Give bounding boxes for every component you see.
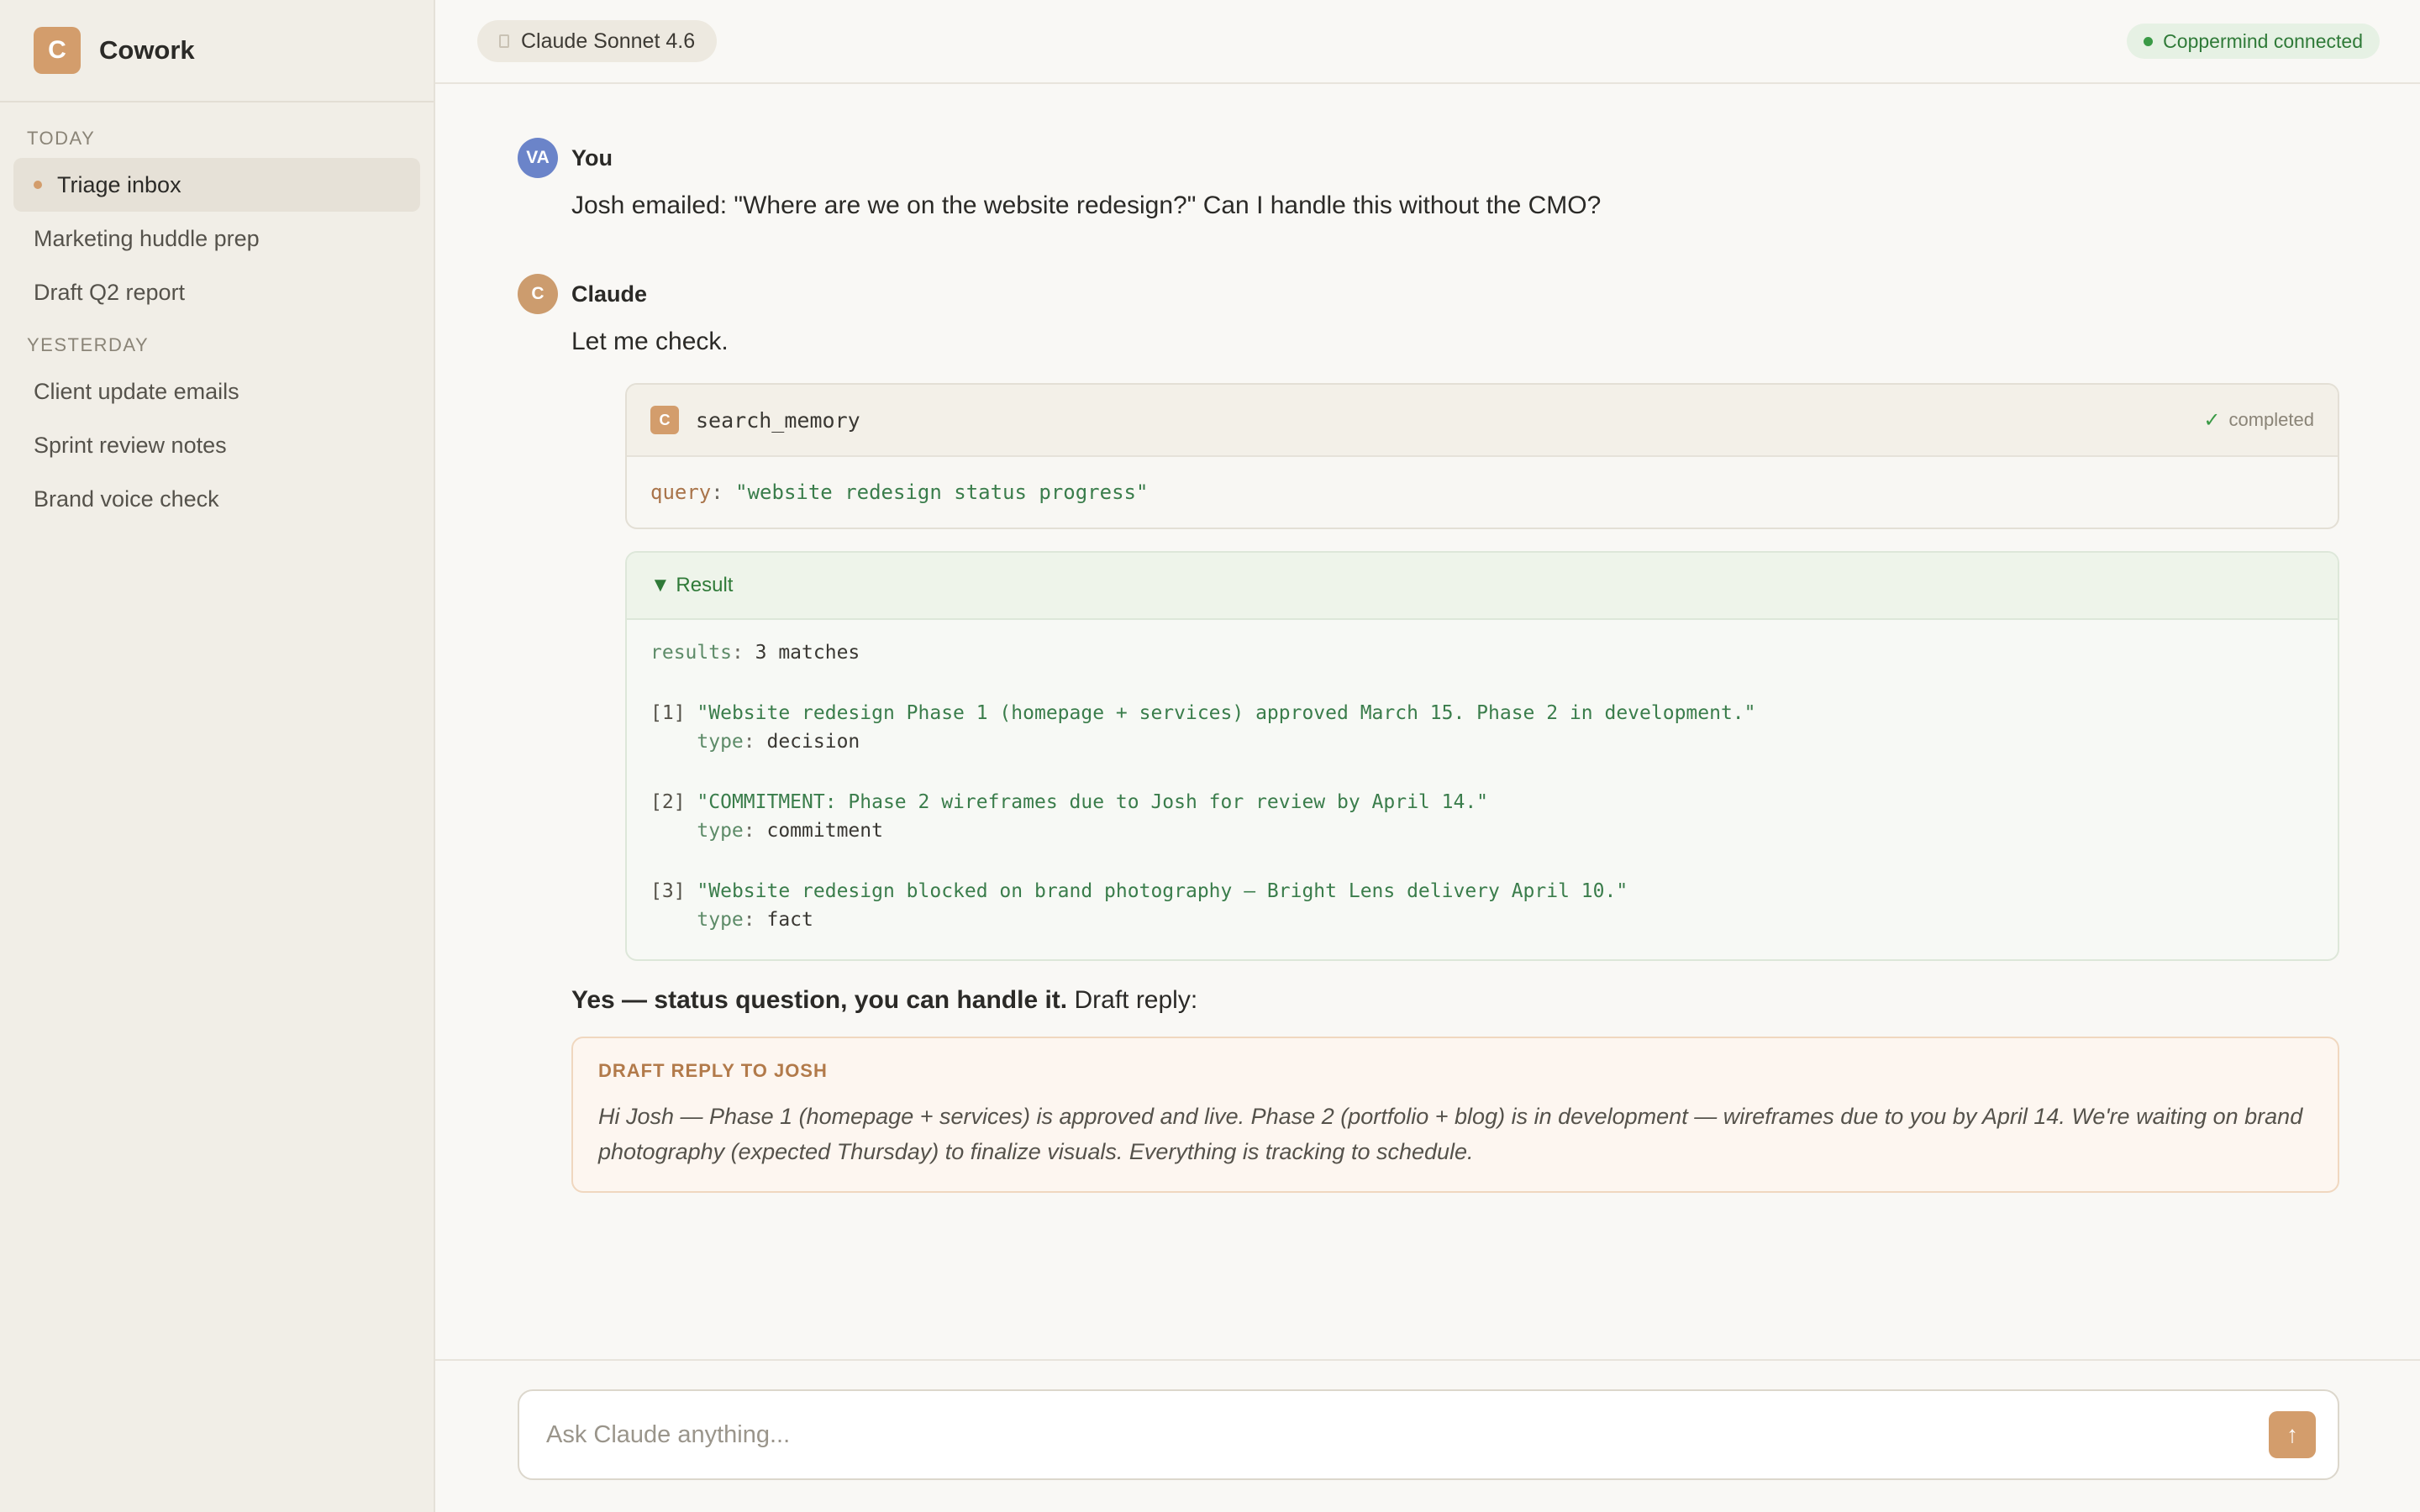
today-list: Triage inbox Marketing huddle prep Draft… [0, 158, 434, 319]
answer-rest: Draft reply: [1067, 986, 1198, 1014]
param-value: "website redesign status progress" [735, 480, 1149, 504]
model-icon [499, 34, 509, 48]
user-message-header: VA You [518, 138, 613, 178]
type-value: commitment [766, 820, 883, 842]
connection-status-text: Coppermind connected [2163, 29, 2363, 52]
brand-name: Cowork [99, 35, 195, 65]
sidebar-item-label: Client update emails [34, 378, 239, 404]
composer: ↑ [518, 1389, 2339, 1480]
sidebar-item-triage-inbox[interactable]: Triage inbox [13, 158, 420, 212]
assistant-intro-text: Let me check. [571, 328, 729, 355]
result-text: "Website redesign blocked on brand photo… [697, 880, 1628, 902]
type-value: fact [766, 909, 813, 931]
type-separator: : [743, 731, 767, 753]
tool-params: query: "website redesign status progress… [627, 457, 2338, 528]
type-key: type [697, 731, 744, 753]
type-separator: : [743, 909, 767, 931]
sidebar: C Cowork TODAY Triage inbox Marketing hu… [0, 0, 435, 1512]
tool-name-group: C search_memory [650, 406, 860, 434]
answer-bold: Yes — status question, you can handle it… [571, 986, 1068, 1014]
result-type: type: fact [650, 906, 2314, 934]
result-type: type: decision [650, 727, 2314, 756]
summary-key: results [650, 642, 732, 664]
brand-header: C Cowork [0, 0, 434, 102]
user-avatar: VA [518, 138, 558, 178]
result-summary: results: 3 matches [650, 638, 2314, 667]
sidebar-item-brand-voice-check[interactable]: Brand voice check [13, 472, 420, 526]
section-label-today: TODAY [27, 128, 96, 149]
result-item: [2] "COMMITMENT: Phase 2 wireframes due … [650, 788, 2314, 816]
draft-label: DRAFT REPLY TO JOSH [598, 1060, 828, 1081]
top-bar: Claude Sonnet 4.6 Coppermind connected [435, 0, 2420, 84]
result-item: [1] "Website redesign Phase 1 (homepage … [650, 699, 2314, 727]
assistant-message-header: C Claude [518, 274, 647, 314]
sidebar-item-label: Triage inbox [57, 171, 182, 197]
summary-separator: : [731, 642, 755, 664]
sidebar-item-label: Brand voice check [34, 486, 219, 512]
brand-logo: C [34, 27, 81, 74]
app-window: C Cowork TODAY Triage inbox Marketing hu… [0, 0, 2420, 1512]
sidebar-item-label: Sprint review notes [34, 432, 227, 458]
tool-status: ✓ completed [2203, 408, 2314, 433]
type-separator: : [743, 820, 767, 842]
result-text: "COMMITMENT: Phase 2 wireframes due to J… [697, 791, 1489, 813]
draft-text: Hi Josh — Phase 1 (homepage + services) … [598, 1104, 2303, 1164]
param-separator: : [711, 480, 736, 504]
sidebar-item-label: Draft Q2 report [34, 279, 186, 305]
user-message-text: Josh emailed: "Where are we on the websi… [571, 192, 1602, 219]
model-name: Claude Sonnet 4.6 [521, 29, 696, 53]
composer-area: ↑ [435, 1359, 2420, 1512]
status-dot-icon [2144, 36, 2154, 46]
result-body: results: 3 matches [1] "Website redesign… [627, 620, 2338, 934]
summary-value: 3 matches [755, 642, 860, 664]
yesterday-list: Client update emails Sprint review notes… [0, 365, 434, 526]
param-key: query [650, 480, 712, 504]
assistant-answer: Yes — status question, you can handle it… [571, 986, 1197, 1015]
arrow-up-icon: ↑ [2286, 1421, 2298, 1447]
user-name: You [571, 144, 613, 171]
active-dot-icon [34, 181, 42, 189]
result-item: [3] "Website redesign blocked on brand p… [650, 877, 2314, 906]
tool-call-card: C search_memory ✓ completed query: "webs… [625, 383, 2339, 529]
assistant-name: Claude [571, 281, 648, 307]
sidebar-item-client-update-emails[interactable]: Client update emails [13, 365, 420, 418]
result-index: [1] [650, 702, 686, 724]
draft-reply-card: DRAFT REPLY TO JOSH Hi Josh — Phase 1 (h… [571, 1037, 2339, 1193]
send-button[interactable]: ↑ [2269, 1411, 2316, 1458]
result-text: "Website redesign Phase 1 (homepage + se… [697, 702, 1756, 724]
section-label-yesterday: YESTERDAY [27, 334, 150, 355]
main-panel: Claude Sonnet 4.6 Coppermind connected V… [435, 0, 2420, 1512]
result-index: [2] [650, 791, 686, 813]
sidebar-item-marketing-huddle-prep[interactable]: Marketing huddle prep [13, 212, 420, 265]
sidebar-item-sprint-review-notes[interactable]: Sprint review notes [13, 418, 420, 472]
type-value: decision [766, 731, 860, 753]
tool-icon: C [650, 406, 679, 434]
tool-name: search_memory [696, 407, 860, 433]
sidebar-item-draft-q2-report[interactable]: Draft Q2 report [13, 265, 420, 319]
assistant-avatar: C [518, 274, 558, 314]
message-input[interactable] [546, 1420, 2143, 1449]
result-index: [3] [650, 880, 686, 902]
sidebar-item-label: Marketing huddle prep [34, 225, 260, 251]
tool-call-header[interactable]: C search_memory ✓ completed [627, 385, 2338, 457]
tool-status-text: completed [2228, 409, 2314, 430]
result-type: type: commitment [650, 816, 2314, 845]
chat-thread: VA You Josh emailed: "Where are we on th… [435, 84, 2420, 1512]
model-selector[interactable]: Claude Sonnet 4.6 [477, 20, 718, 62]
tool-result-card: ▼ Result results: 3 matches [1] "Website… [625, 551, 2339, 961]
check-icon: ✓ [2203, 408, 2221, 432]
result-toggle[interactable]: ▼ Result [627, 553, 2338, 620]
connection-status-badge: Coppermind connected [2127, 24, 2380, 59]
type-key: type [697, 909, 744, 931]
type-key: type [697, 820, 744, 842]
